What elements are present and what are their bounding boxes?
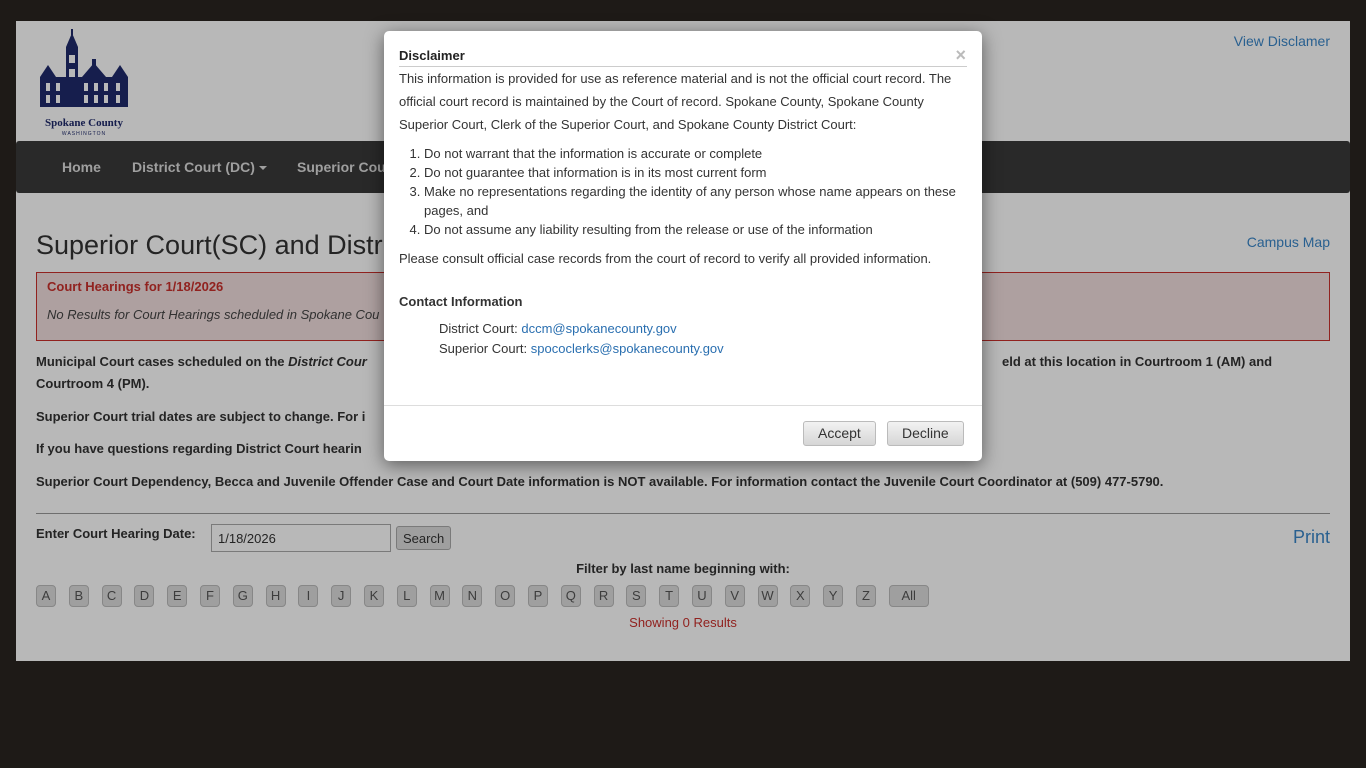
disclaimer-item: Do not guarantee that information is in … bbox=[424, 163, 969, 182]
superior-contact: Superior Court: spococlerks@spokanecount… bbox=[439, 339, 969, 359]
superior-email-link[interactable]: spococlerks@spokanecounty.gov bbox=[531, 341, 724, 356]
disclaimer-item: Do not warrant that the information is a… bbox=[424, 144, 969, 163]
contact-heading: Contact Information bbox=[399, 294, 523, 309]
district-contact: District Court: dccm@spokanecounty.gov bbox=[439, 319, 969, 339]
close-icon[interactable]: × bbox=[955, 45, 966, 66]
superior-contact-label: Superior Court: bbox=[439, 341, 531, 356]
disclaimer-modal: Disclaimer × This information is provide… bbox=[384, 31, 982, 461]
decline-button[interactable]: Decline bbox=[887, 421, 964, 446]
district-email-link[interactable]: dccm@spokanecounty.gov bbox=[521, 321, 676, 336]
modal-body: This information is provided for use as … bbox=[399, 67, 969, 359]
disclaimer-item: Do not assume any liability resulting fr… bbox=[424, 220, 969, 239]
district-contact-label: District Court: bbox=[439, 321, 522, 336]
modal-title: Disclaimer bbox=[399, 48, 465, 63]
disclaimer-list: Do not warrant that the information is a… bbox=[424, 144, 969, 239]
accept-button[interactable]: Accept bbox=[803, 421, 876, 446]
modal-footer-rule bbox=[384, 405, 982, 406]
disclaimer-item: Make no representations regarding the id… bbox=[424, 182, 969, 220]
consult-note: Please consult official case records fro… bbox=[399, 251, 932, 266]
disclaimer-intro: This information is provided for use as … bbox=[399, 71, 952, 132]
